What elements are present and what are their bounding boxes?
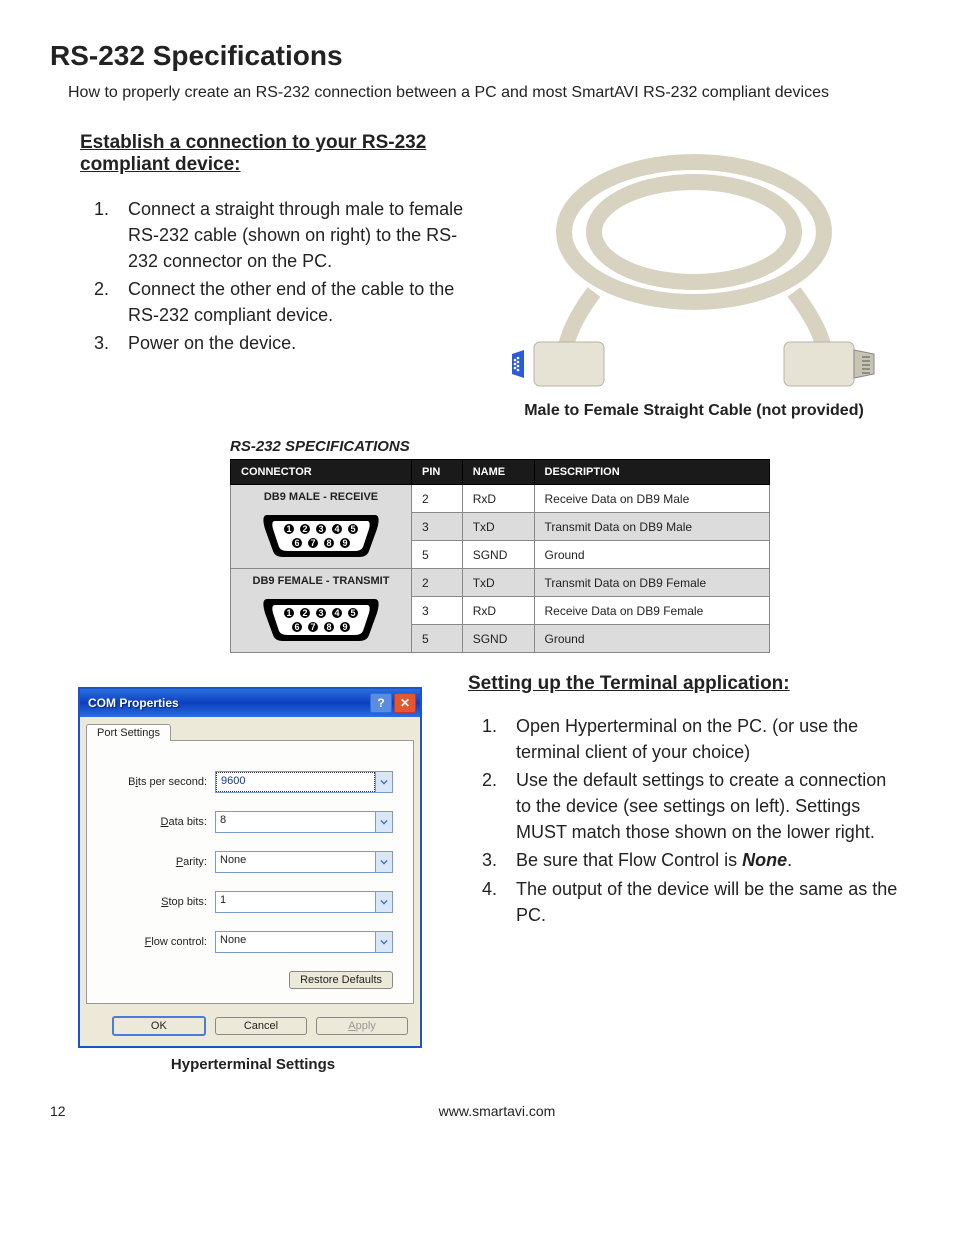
help-button[interactable]: ? <box>370 693 392 713</box>
list-item: Use the default settings to create a con… <box>502 767 904 845</box>
parity-select[interactable]: None <box>215 851 393 873</box>
cell-pin: 5 <box>412 541 463 569</box>
section2-steps: Open Hyperterminal on the PC. (or use th… <box>468 713 904 928</box>
bits-per-second-select[interactable]: 9600 <box>215 771 393 793</box>
ok-button[interactable]: OK <box>112 1016 206 1036</box>
page-number: 12 <box>50 1103 90 1119</box>
tab-port-settings[interactable]: Port Settings <box>86 724 171 741</box>
cancel-button[interactable]: Cancel <box>215 1017 307 1035</box>
com-properties-dialog: COM Properties ? ✕ Port Settings Bits pe… <box>78 687 422 1048</box>
svg-text:1: 1 <box>286 524 291 534</box>
list-item: Connect the other end of the cable to th… <box>114 276 464 328</box>
th-name: NAME <box>462 460 534 485</box>
label-data-bits: Data bits: <box>107 816 215 828</box>
th-desc: DESCRIPTION <box>534 460 770 485</box>
spec-table: CONNECTOR PIN NAME DESCRIPTION DB9 MALE … <box>230 459 770 653</box>
dialog-titlebar[interactable]: COM Properties ? ✕ <box>80 689 420 717</box>
svg-text:2: 2 <box>302 524 307 534</box>
cell-desc: Transmit Data on DB9 Male <box>534 513 770 541</box>
cell-desc: Ground <box>534 625 770 653</box>
svg-text:6: 6 <box>294 538 299 548</box>
label-stop-bits: Stop bits: <box>107 896 215 908</box>
label-parity: Parity: <box>107 856 215 868</box>
restore-defaults-button[interactable]: Restore Defaults <box>289 971 393 989</box>
intro-text: How to properly create an RS-232 connect… <box>68 84 904 102</box>
label-bits-per-second: Bits per second: <box>107 776 215 788</box>
list-item: Connect a straight through male to femal… <box>114 196 464 274</box>
svg-text:5: 5 <box>350 524 355 534</box>
section1-steps: Connect a straight through male to femal… <box>80 196 464 357</box>
section1-heading: Establish a connection to your RS-232 co… <box>80 132 464 176</box>
svg-text:8: 8 <box>326 622 331 632</box>
cell-name: SGND <box>462 541 534 569</box>
cell-desc: Transmit Data on DB9 Female <box>534 569 770 597</box>
th-pin: PIN <box>412 460 463 485</box>
svg-text:4: 4 <box>334 524 339 534</box>
svg-text:3: 3 <box>318 608 323 618</box>
data-bits-select[interactable]: 8 <box>215 811 393 833</box>
svg-text:5: 5 <box>350 608 355 618</box>
svg-text:1: 1 <box>286 608 291 618</box>
cable-caption: Male to Female Straight Cable (not provi… <box>484 402 904 420</box>
cell-name: TxD <box>462 513 534 541</box>
svg-text:9: 9 <box>342 622 347 632</box>
svg-text:7: 7 <box>310 622 315 632</box>
cell-name: RxD <box>462 485 534 513</box>
chevron-down-icon <box>375 772 392 792</box>
cell-pin: 2 <box>412 485 463 513</box>
list-item: The output of the device will be the sam… <box>502 876 904 928</box>
cell-pin: 5 <box>412 625 463 653</box>
svg-text:4: 4 <box>334 608 339 618</box>
close-button[interactable]: ✕ <box>394 693 416 713</box>
svg-text:6: 6 <box>294 622 299 632</box>
list-item: Be sure that Flow Control is None. <box>502 847 904 873</box>
page-title: RS-232 Specifications <box>50 40 904 72</box>
svg-text:9: 9 <box>342 538 347 548</box>
cell-name: RxD <box>462 597 534 625</box>
connector-male: DB9 MALE - RECEIVE 1 2 3 4 5 6 7 8 9 <box>231 485 412 569</box>
cell-pin: 3 <box>412 597 463 625</box>
chevron-down-icon <box>375 852 392 872</box>
apply-button[interactable]: Apply <box>316 1017 408 1035</box>
cell-desc: Receive Data on DB9 Female <box>534 597 770 625</box>
cell-desc: Ground <box>534 541 770 569</box>
th-connector: CONNECTOR <box>231 460 412 485</box>
cell-name: SGND <box>462 625 534 653</box>
dialog-caption: Hyperterminal Settings <box>78 1056 428 1073</box>
chevron-down-icon <box>375 812 392 832</box>
cable-image <box>504 132 884 392</box>
db9-female-icon: 1 2 3 4 5 6 7 8 9 <box>261 593 381 643</box>
svg-text:7: 7 <box>310 538 315 548</box>
svg-text:8: 8 <box>326 538 331 548</box>
flow-control-select[interactable]: None <box>215 931 393 953</box>
cell-desc: Receive Data on DB9 Male <box>534 485 770 513</box>
stop-bits-select[interactable]: 1 <box>215 891 393 913</box>
label-flow-control: Flow control: <box>107 936 215 948</box>
svg-text:3: 3 <box>318 524 323 534</box>
cell-name: TxD <box>462 569 534 597</box>
connector-female: DB9 FEMALE - TRANSMIT 1 2 3 4 5 6 7 8 9 <box>231 569 412 653</box>
spec-title: RS-232 SPECIFICATIONS <box>230 438 770 455</box>
section2-heading: Setting up the Terminal application: <box>468 673 904 695</box>
db9-male-icon: 1 2 3 4 5 6 7 8 9 <box>261 509 381 559</box>
svg-text:2: 2 <box>302 608 307 618</box>
cell-pin: 3 <box>412 513 463 541</box>
chevron-down-icon <box>375 932 392 952</box>
cell-pin: 2 <box>412 569 463 597</box>
dialog-title: COM Properties <box>88 696 368 710</box>
chevron-down-icon <box>375 892 392 912</box>
list-item: Power on the device. <box>114 330 464 356</box>
footer-url: www.smartavi.com <box>90 1103 904 1119</box>
list-item: Open Hyperterminal on the PC. (or use th… <box>502 713 904 765</box>
